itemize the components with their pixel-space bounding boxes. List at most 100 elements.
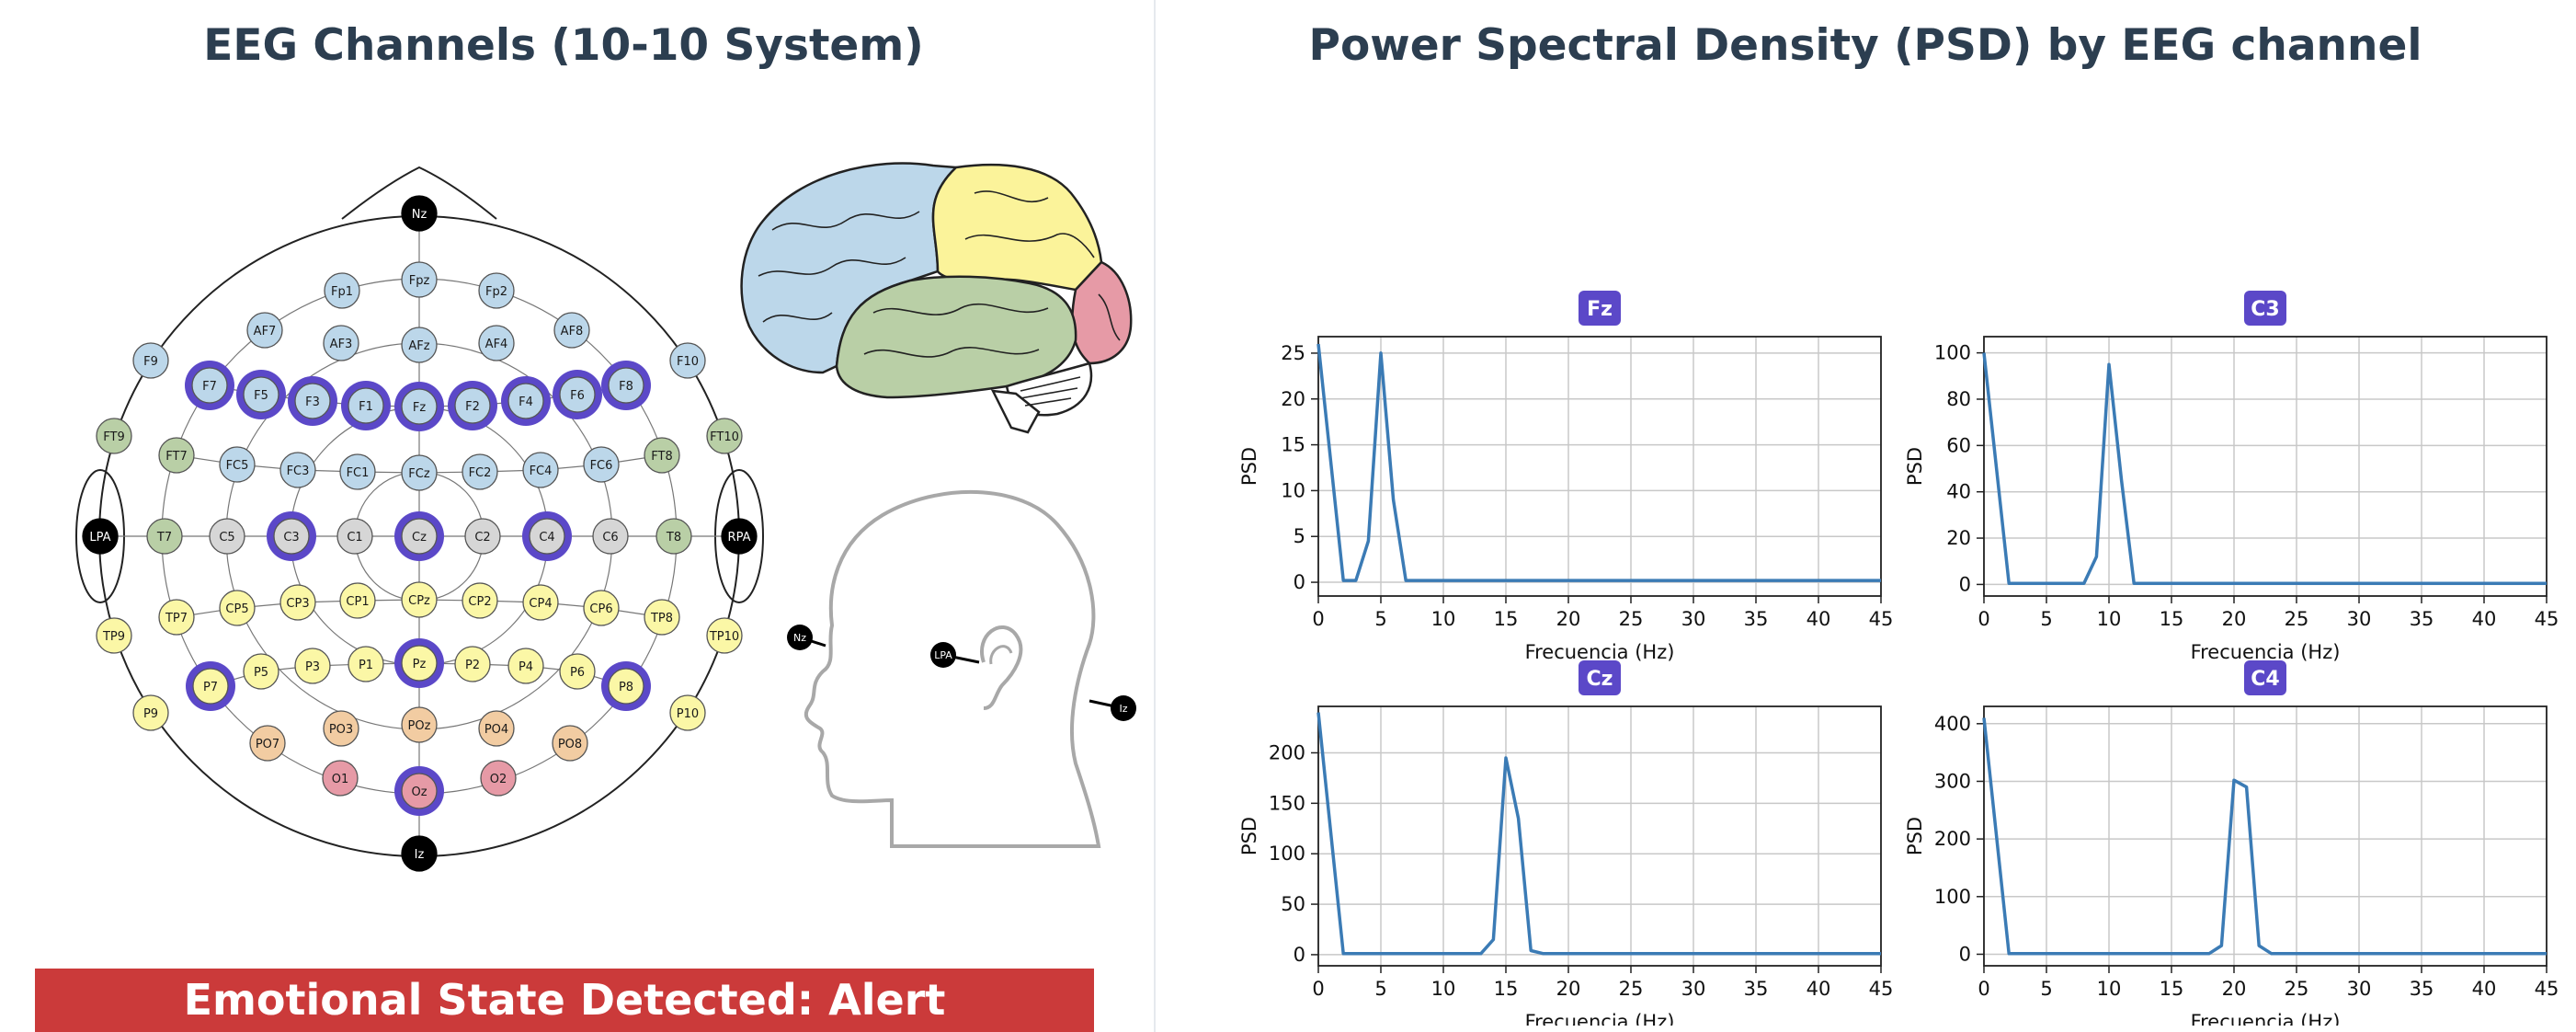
electrode-f9[interactable]: F9 [132, 342, 169, 379]
electrode-pz[interactable]: Pz [394, 638, 444, 688]
electrode-fc1[interactable]: FC1 [339, 453, 376, 490]
electrode-label: AF3 [330, 338, 353, 351]
electrode-po8[interactable]: PO8 [552, 725, 588, 762]
electrode-rpa[interactable]: RPA [721, 518, 758, 555]
electrode-cp5[interactable]: CP5 [219, 590, 256, 626]
plot-frame [1983, 705, 2548, 967]
electrode-f1[interactable]: F1 [341, 381, 391, 430]
electrode-cpz[interactable]: CPz [401, 581, 438, 618]
electrode-fc2[interactable]: FC2 [462, 453, 498, 490]
electrode-label: PO7 [256, 738, 279, 751]
chart-title: C4 [2251, 668, 2279, 691]
electrode-label: F1 [359, 400, 373, 414]
electrode-fc4[interactable]: FC4 [522, 452, 559, 488]
electrode-af3[interactable]: AF3 [323, 325, 359, 361]
electrode-f5[interactable]: F5 [236, 370, 286, 419]
x-tick-label: 5 [1374, 608, 1386, 630]
y-tick-label: 400 [1934, 713, 1971, 735]
electrode-label: O1 [332, 773, 349, 786]
electrode-po4[interactable]: PO4 [478, 710, 515, 747]
y-tick-label: 20 [1946, 527, 1971, 549]
electrode-label: AF7 [254, 325, 277, 338]
electrode-label: PO4 [484, 723, 508, 737]
electrode-fp2[interactable]: Fp2 [478, 272, 515, 309]
electrode-label: FC1 [347, 466, 370, 480]
electrode-label: P6 [570, 666, 585, 680]
electrode-f6[interactable]: F6 [553, 370, 602, 419]
electrode-f2[interactable]: F2 [448, 381, 497, 430]
electrode-label: T8 [666, 531, 681, 545]
electrode-p10[interactable]: P10 [669, 694, 706, 731]
electrode-label: Fp1 [331, 285, 353, 299]
electrode-cp4[interactable]: CP4 [522, 584, 559, 621]
electrode-oz[interactable]: Oz [394, 766, 444, 816]
y-tick-label: 0 [1959, 573, 1971, 595]
electrode-poz[interactable]: POz [401, 706, 438, 743]
electrode-p9[interactable]: P9 [132, 694, 169, 731]
electrode-label: P5 [254, 666, 268, 680]
electrode-tp9[interactable]: TP9 [96, 617, 132, 654]
electrode-af4[interactable]: AF4 [478, 325, 515, 361]
electrode-p3[interactable]: P3 [294, 648, 331, 684]
electrode-label: P10 [677, 707, 699, 721]
x-tick-label: 45 [1869, 608, 1894, 630]
electrode-cp6[interactable]: CP6 [583, 590, 620, 626]
electrode-t8[interactable]: T8 [655, 518, 692, 555]
electrode-tp7[interactable]: TP7 [158, 599, 195, 636]
electrode-f4[interactable]: F4 [501, 376, 551, 426]
electrode-afz[interactable]: AFz [401, 327, 438, 363]
electrode-p7[interactable]: P7 [186, 661, 235, 711]
electrode-f7[interactable]: F7 [185, 361, 234, 410]
electrode-c5[interactable]: C5 [209, 518, 245, 555]
electrode-lpa[interactable]: LPA [82, 518, 119, 555]
electrode-f3[interactable]: F3 [288, 376, 337, 426]
electrode-p5[interactable]: P5 [243, 653, 279, 690]
electrode-c6[interactable]: C6 [592, 518, 629, 555]
electrode-af7[interactable]: AF7 [246, 312, 283, 349]
electrode-ft8[interactable]: FT8 [644, 437, 680, 474]
electrode-p6[interactable]: P6 [559, 653, 596, 690]
electrode-po3[interactable]: PO3 [323, 710, 359, 747]
electrode-cp1[interactable]: CP1 [339, 582, 376, 619]
y-tick-label: 200 [1269, 741, 1305, 763]
electrode-fc3[interactable]: FC3 [279, 452, 316, 488]
electrode-o2[interactable]: O2 [480, 760, 517, 797]
electrode-f8[interactable]: F8 [601, 361, 651, 410]
x-tick-label: 10 [1431, 608, 1456, 630]
electrode-tp8[interactable]: TP8 [644, 599, 680, 636]
electrode-label: PO3 [329, 723, 353, 737]
electrode-fcz[interactable]: FCz [401, 454, 438, 491]
electrode-p8[interactable]: P8 [601, 661, 651, 711]
electrode-tp10[interactable]: TP10 [706, 617, 743, 654]
electrode-c3[interactable]: C3 [267, 511, 316, 561]
electrode-label: F5 [254, 389, 268, 403]
electrode-fpz[interactable]: Fpz [401, 261, 438, 298]
electrode-cp3[interactable]: CP3 [279, 584, 316, 621]
x-tick-label: 20 [2222, 608, 2247, 630]
y-tick-label: 0 [1959, 943, 1971, 965]
x-tick-label: 35 [2410, 608, 2434, 630]
electrode-p2[interactable]: P2 [454, 646, 491, 682]
electrode-p1[interactable]: P1 [348, 646, 384, 682]
electrode-c4[interactable]: C4 [522, 511, 572, 561]
electrode-iz[interactable]: Iz [401, 835, 438, 872]
electrode-f10[interactable]: F10 [669, 342, 706, 379]
electrode-c1[interactable]: C1 [336, 518, 373, 555]
electrode-label: P4 [519, 660, 533, 674]
electrode-nz[interactable]: Nz [401, 195, 438, 232]
electrode-label: F2 [465, 400, 480, 414]
electrode-t7[interactable]: T7 [146, 518, 183, 555]
electrode-cp2[interactable]: CP2 [462, 582, 498, 619]
electrode-fp1[interactable]: Fp1 [324, 272, 360, 309]
electrode-o1[interactable]: O1 [322, 760, 359, 797]
electrode-c2[interactable]: C2 [464, 518, 501, 555]
electrode-p4[interactable]: P4 [507, 648, 544, 684]
electrode-fc5[interactable]: FC5 [219, 446, 256, 483]
electrode-ft7[interactable]: FT7 [158, 437, 195, 474]
electrode-fz[interactable]: Fz [394, 382, 444, 431]
electrode-af8[interactable]: AF8 [553, 312, 590, 349]
electrode-fc6[interactable]: FC6 [583, 446, 620, 483]
electrode-cz[interactable]: Cz [394, 511, 444, 561]
electrode-po7[interactable]: PO7 [249, 725, 286, 762]
electrode-ft9[interactable]: FT9 [96, 418, 132, 454]
